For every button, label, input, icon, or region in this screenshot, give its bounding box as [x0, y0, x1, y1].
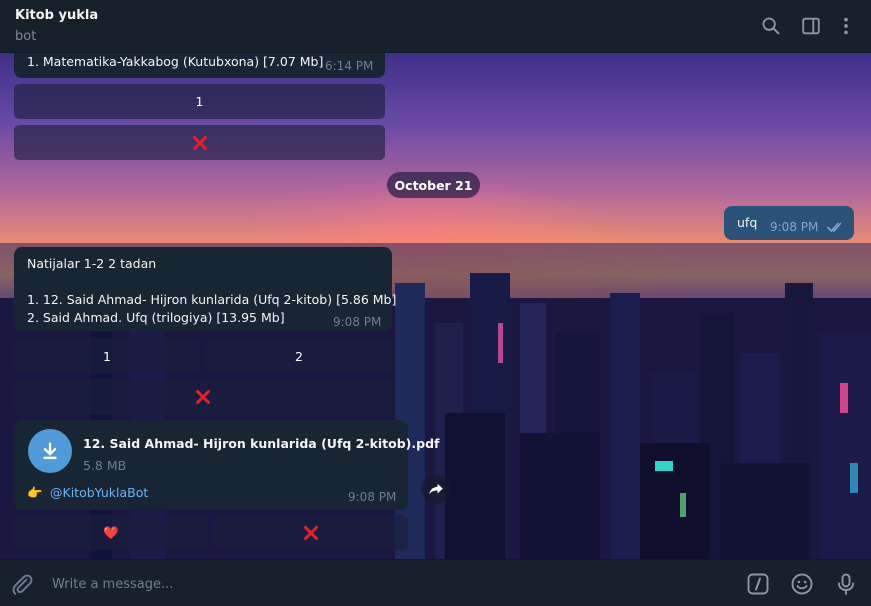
message-composer [0, 559, 871, 606]
message-time: 9:08 PM [348, 490, 397, 504]
message-bubble-incoming[interactable]: 1. Matematika-Yakkabog (Kutubxona) [7.07… [14, 53, 385, 78]
emoji-icon[interactable] [790, 572, 814, 596]
more-vertical-icon[interactable] [835, 15, 857, 37]
microphone-icon[interactable] [834, 572, 858, 596]
chat-header: Kitob yukla bot [0, 0, 871, 53]
message-text: ufq [737, 215, 758, 230]
forward-button[interactable] [421, 474, 451, 504]
chat-area[interactable]: 1. Matematika-Yakkabog (Kutubxona) [7.07… [0, 53, 871, 559]
message-time: 9:08 PM [770, 220, 819, 234]
cross-mark-icon [303, 525, 318, 540]
message-text: 1. Matematika-Yakkabog (Kutubxona) [7.07… [27, 54, 324, 69]
attach-icon[interactable] [10, 572, 34, 596]
message-text-header: Natijalar 1-2 2 tadan [27, 256, 157, 271]
keyboard-button-1[interactable]: 1 [14, 84, 385, 119]
message-bubble-outgoing[interactable]: ufq 9:08 PM [724, 206, 854, 240]
cross-mark-icon [196, 390, 210, 404]
message-time: 6:14 PM [325, 59, 374, 73]
message-bubble-incoming[interactable]: Natijalar 1-2 2 tadan 1. 12. Said Ahmad-… [14, 247, 396, 331]
bot-mention-link[interactable]: @KitobYuklaBot [50, 485, 148, 500]
message-time: 9:08 PM [333, 315, 382, 329]
file-message-bubble[interactable]: 12. Said Ahmad- Hijron kunlarida (Ufq 2-… [14, 420, 439, 510]
message-text-line-2: 2. Said Ahmad. Ufq (trilogiya) [13.95 Mb… [27, 310, 285, 325]
download-arrow-icon [43, 442, 57, 460]
keyboard-button-close[interactable] [14, 379, 392, 415]
cross-mark-icon [192, 135, 207, 150]
date-separator: October 21 [387, 172, 480, 198]
double-check-icon [827, 222, 842, 232]
search-icon[interactable] [760, 15, 782, 37]
download-button[interactable] [28, 429, 72, 473]
keyboard-button-close[interactable] [213, 515, 408, 550]
keyboard-button-1[interactable]: 1 [14, 338, 200, 374]
sidebar-toggle-icon[interactable] [800, 15, 822, 37]
keyboard-button-2[interactable]: 2 [206, 338, 392, 374]
message-text-line-1: 1. 12. Said Ahmad- Hijron kunlarida (Ufq… [27, 292, 397, 307]
caption-emoji: 👉 [27, 485, 43, 500]
message-input[interactable] [50, 572, 734, 596]
file-size: 5.8 MB [83, 458, 127, 473]
file-name[interactable]: 12. Said Ahmad- Hijron kunlarida (Ufq 2-… [83, 436, 439, 451]
bot-commands-icon[interactable] [746, 572, 770, 596]
chat-title[interactable]: Kitob yukla [15, 8, 98, 23]
share-icon [429, 483, 443, 495]
chat-status: bot [15, 29, 37, 44]
keyboard-button-close[interactable] [14, 125, 385, 160]
keyboard-button-heart[interactable]: ❤️ [14, 515, 208, 550]
